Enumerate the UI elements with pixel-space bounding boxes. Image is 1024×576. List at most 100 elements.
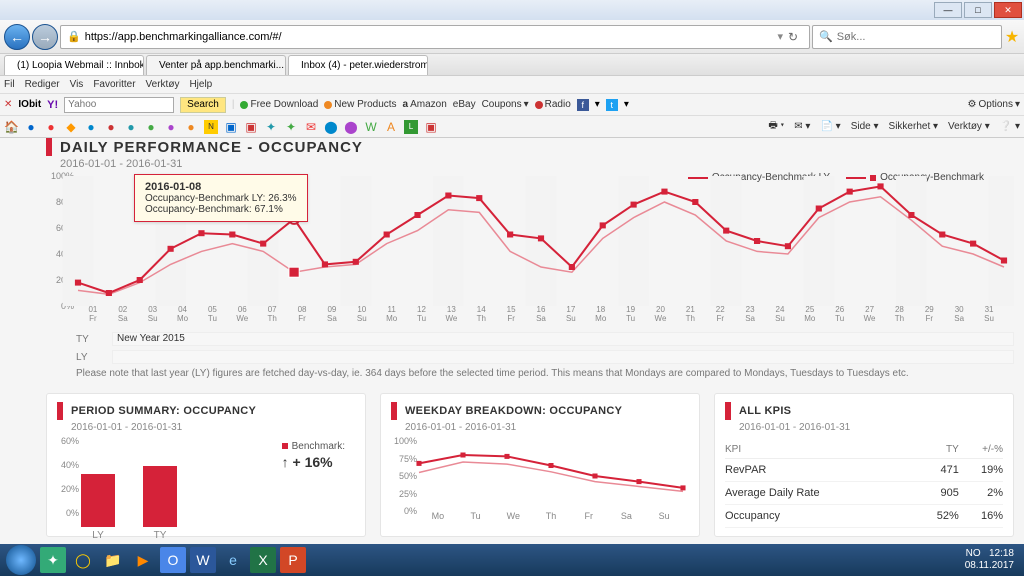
favorites-icon[interactable]: ★ bbox=[1004, 27, 1020, 47]
toolbar-options[interactable]: ⚙ Options ▾ bbox=[968, 99, 1020, 110]
clock-time: 12:18 bbox=[989, 548, 1014, 559]
panel-date-range: 2016-01-01 - 2016-01-31 bbox=[71, 422, 355, 433]
start-button[interactable] bbox=[6, 545, 36, 575]
nav-link[interactable]: Sikkerhet ▾ bbox=[889, 121, 939, 132]
word-icon[interactable]: W bbox=[190, 547, 216, 573]
toolbar-search-btn[interactable]: Search bbox=[180, 97, 226, 113]
tab[interactable]: (1) Loopia Webmail :: Innboks bbox=[4, 55, 144, 75]
main-chart: Occupancy-Benchmark LY Occupancy-Benchma… bbox=[70, 176, 1004, 326]
browser-menu: Fil Rediger Vis Favoritter Verktøy Hjelp bbox=[0, 76, 1024, 94]
kpi-panel: ALL KPIS 2016-01-01 - 2016-01-31 KPI TY … bbox=[714, 393, 1014, 537]
ly-value bbox=[112, 350, 1014, 364]
toolbar-search[interactable] bbox=[64, 97, 174, 113]
back-button[interactable]: ← bbox=[4, 24, 30, 50]
fav-icon[interactable]: ● bbox=[24, 120, 38, 134]
tooltip-date: 2016-01-08 bbox=[145, 181, 201, 193]
panel-title: DAILY PERFORMANCE - OCCUPANCY bbox=[60, 139, 363, 156]
col-kpi: KPI bbox=[725, 441, 915, 459]
browser-tabs: (1) Loopia Webmail :: Innboks Venter på … bbox=[0, 54, 1024, 76]
table-row[interactable]: Average Daily Rate9052% bbox=[725, 482, 1003, 505]
toolbar-brand: IObit bbox=[18, 99, 41, 110]
address-bar[interactable]: 🔒 ▾ ↻ bbox=[60, 25, 810, 49]
dashboard-content: DAILY PERFORMANCE - OCCUPANCY 2016-01-01… bbox=[46, 138, 1014, 544]
menu-item[interactable]: Hjelp bbox=[189, 79, 212, 90]
panel-date-range: 2016-01-01 - 2016-01-31 bbox=[739, 422, 1003, 433]
close-button[interactable]: ✕ bbox=[994, 2, 1022, 18]
fav-icon[interactable]: ● bbox=[44, 120, 58, 134]
toolbar-link[interactable]: eBay bbox=[453, 99, 476, 110]
outlook-icon[interactable]: O bbox=[160, 547, 186, 573]
menu-item[interactable]: Fil bbox=[4, 79, 15, 90]
help-icon[interactable]: ❔ ▾ bbox=[1000, 121, 1020, 132]
summary-bars: 0%20%40%60% LY TY Benchmark: ↑ + 16% bbox=[81, 441, 355, 527]
panel-date-range: 2016-01-01 - 2016-01-31 bbox=[405, 422, 689, 433]
tab-label: (1) Loopia Webmail :: Innboks bbox=[17, 60, 144, 71]
panel-title: ALL KPIS bbox=[739, 405, 791, 417]
powerpoint-icon[interactable]: P bbox=[280, 547, 306, 573]
tyly-row: TY New Year 2015 LY bbox=[76, 332, 1014, 364]
excel-icon[interactable]: X bbox=[250, 547, 276, 573]
nav-icon[interactable]: 🖶 ▾ bbox=[768, 118, 784, 135]
lang-indicator: NO bbox=[966, 548, 981, 559]
maximize-button[interactable]: □ bbox=[964, 2, 992, 18]
browser-nav: ← → 🔒 ▾ ↻ 🔍 ★ bbox=[0, 20, 1024, 54]
twitter-icon[interactable]: t bbox=[606, 99, 618, 111]
menu-item[interactable]: Verktøy bbox=[146, 79, 180, 90]
nav-link[interactable]: Side ▾ bbox=[851, 121, 879, 132]
menu-item[interactable]: Favoritter bbox=[93, 79, 135, 90]
table-row[interactable]: Occupancy52%16% bbox=[725, 505, 1003, 528]
home-icon[interactable]: 🏠 bbox=[4, 120, 18, 134]
facebook-icon[interactable]: f bbox=[577, 99, 589, 111]
toolbar-link[interactable]: Coupons ▾ bbox=[482, 99, 529, 110]
benchmark-box: Benchmark: ↑ + 16% bbox=[282, 441, 345, 470]
panel-title: WEEKDAY BREAKDOWN: OCCUPANCY bbox=[405, 405, 622, 417]
windows-taskbar: ✦ ◯ 📁 ▶ O W e X P NO 12:18 08.11.2017 bbox=[0, 544, 1024, 576]
tab[interactable]: Inbox (4) - peter.wiederstrom... bbox=[288, 55, 428, 75]
minimize-button[interactable]: — bbox=[934, 2, 962, 18]
media-icon[interactable]: ▶ bbox=[130, 547, 156, 573]
toolbar-link[interactable]: Radio bbox=[535, 99, 571, 110]
system-clock[interactable]: NO 12:18 08.11.2017 bbox=[965, 548, 1018, 572]
nav-link[interactable]: Verktøy ▾ bbox=[948, 121, 990, 132]
window-titlebar: — □ ✕ bbox=[0, 0, 1024, 20]
search-input[interactable] bbox=[837, 31, 995, 43]
ty-label: TY bbox=[76, 334, 104, 345]
forward-button[interactable]: → bbox=[32, 24, 58, 50]
chart-tooltip: 2016-01-08 Occupancy-Benchmark LY: 26.3%… bbox=[134, 174, 308, 222]
addon-toolbar: ✕ IObit Y! Search | Free Download New Pr… bbox=[0, 94, 1024, 116]
menu-item[interactable]: Vis bbox=[70, 79, 84, 90]
nav-icon[interactable]: 📄 ▾ bbox=[820, 121, 840, 132]
toolbar-link[interactable]: aAmazon bbox=[403, 99, 447, 110]
weekday-chart: 0%25%50%75%100% MoTuWeThFrSaSu bbox=[419, 441, 683, 527]
nav-icon[interactable]: ✉ ▾ bbox=[794, 121, 810, 132]
accent-bar bbox=[46, 138, 52, 156]
toolbar-link[interactable]: Free Download bbox=[240, 99, 318, 110]
taskbar-app[interactable]: ✦ bbox=[40, 547, 66, 573]
search-icon: 🔍 bbox=[819, 30, 833, 43]
tab-active[interactable]: Venter på app.benchmarki...✕ bbox=[146, 55, 286, 75]
explorer-icon[interactable]: 📁 bbox=[100, 547, 126, 573]
chrome-icon[interactable]: ◯ bbox=[70, 547, 96, 573]
chart-note: Please note that last year (LY) figures … bbox=[76, 368, 1014, 379]
table-row[interactable]: RevPAR47119% bbox=[725, 459, 1003, 482]
period-summary-panel: PERIOD SUMMARY: OCCUPANCY 2016-01-01 - 2… bbox=[46, 393, 366, 537]
col-ty: TY bbox=[915, 441, 959, 459]
tab-label: Venter på app.benchmarki... bbox=[159, 60, 284, 71]
fav-icon[interactable]: ◆ bbox=[64, 120, 78, 134]
benchmark-label: Benchmark: bbox=[292, 441, 345, 452]
favorites-bar: 🏠 ● ● ◆ ●●● ●●● N ▣▣ ✦✦ ✉⬤ ⬤W AL ▣ 🖶 ▾ ✉… bbox=[0, 116, 1024, 138]
lock-icon: 🔒 bbox=[67, 30, 81, 43]
clock-date: 08.11.2017 bbox=[965, 560, 1014, 571]
menu-item[interactable]: Rediger bbox=[25, 79, 60, 90]
ie-icon[interactable]: e bbox=[220, 547, 246, 573]
url-input[interactable] bbox=[85, 31, 778, 43]
panel-date-range: 2016-01-01 - 2016-01-31 bbox=[60, 158, 1014, 170]
ty-value: New Year 2015 bbox=[112, 332, 1014, 346]
benchmark-value: + 16% bbox=[293, 454, 333, 470]
refresh-icon[interactable]: ↻ bbox=[783, 30, 803, 44]
weekday-panel: WEEKDAY BREAKDOWN: OCCUPANCY 2016-01-01 … bbox=[380, 393, 700, 537]
panel-title: PERIOD SUMMARY: OCCUPANCY bbox=[71, 405, 256, 417]
kpi-table: KPI TY +/-% RevPAR47119%Average Daily Ra… bbox=[725, 441, 1003, 528]
browser-search[interactable]: 🔍 bbox=[812, 25, 1002, 49]
toolbar-link[interactable]: New Products bbox=[324, 99, 396, 110]
